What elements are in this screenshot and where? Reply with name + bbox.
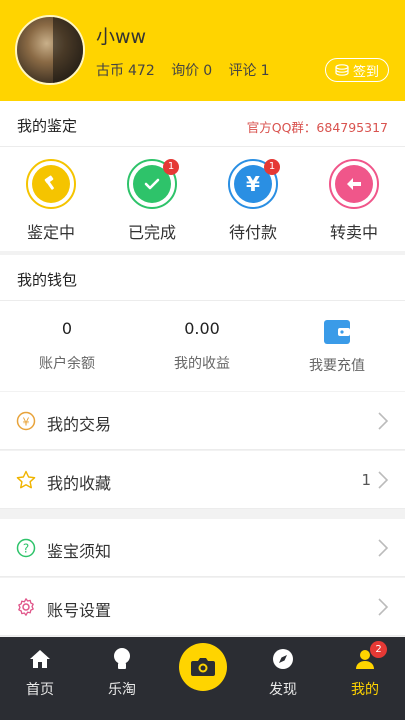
coin-stack-icon bbox=[335, 64, 349, 76]
appraisal-reselling[interactable]: 转卖中 bbox=[314, 159, 394, 243]
menu-account-settings[interactable]: 账号设置 bbox=[0, 578, 405, 636]
coins-stat: 古币 472 bbox=[96, 63, 155, 79]
lightbulb-icon bbox=[92, 645, 152, 673]
appraisal-pending-payment-label: 待付款 bbox=[228, 223, 277, 242]
profile-stats: 古币 472 询价 0 评论 1 bbox=[96, 60, 281, 80]
earnings-label: 我的收益 bbox=[174, 356, 230, 372]
appraisal-in-progress-label: 鉴定中 bbox=[26, 223, 75, 242]
recharge-button[interactable]: 我要充值 bbox=[277, 319, 397, 375]
checkin-button[interactable]: 签到 bbox=[325, 58, 389, 82]
account-balance[interactable]: 0 账户余额 bbox=[7, 319, 127, 373]
tab-home-label: 首页 bbox=[26, 682, 54, 698]
tab-lepan[interactable]: 乐淘 bbox=[92, 645, 152, 699]
compass-icon bbox=[253, 645, 313, 673]
svg-text:?: ? bbox=[23, 542, 29, 556]
avatar[interactable] bbox=[15, 15, 85, 85]
menu-my-trades-label: 我的交易 bbox=[47, 415, 112, 434]
checkin-label: 签到 bbox=[352, 64, 379, 80]
recharge-label: 我要充值 bbox=[309, 358, 365, 374]
balance-value: 0 bbox=[61, 319, 73, 338]
profile-header: 小ww 古币 472 询价 0 评论 1 签到 bbox=[0, 0, 405, 101]
appraisal-completed-label: 已完成 bbox=[127, 223, 176, 242]
tab-discover[interactable]: 发现 bbox=[253, 645, 313, 699]
comment-label: 评论 bbox=[228, 63, 257, 79]
menu-appraisal-notice[interactable]: ? 鉴宝须知 bbox=[0, 519, 405, 577]
pending-payment-badge: 1 bbox=[264, 159, 280, 175]
appraisal-in-progress[interactable]: 鉴定中 bbox=[11, 159, 91, 243]
home-icon bbox=[10, 645, 70, 673]
appraisal-reselling-label: 转卖中 bbox=[329, 223, 378, 242]
gavel-icon bbox=[32, 165, 70, 203]
appraisal-pending-payment[interactable]: ¥ 1 待付款 bbox=[213, 159, 293, 243]
menu-my-favorites-label: 我的收藏 bbox=[47, 474, 112, 493]
comment-stat: 评论 1 bbox=[229, 63, 270, 79]
appraisal-section-header: 我的鉴定 官方QQ群：684795317 bbox=[0, 101, 405, 147]
tab-mine[interactable]: 2 我的 bbox=[335, 641, 395, 699]
return-arrow-icon bbox=[335, 165, 373, 203]
coins-value: 472 bbox=[128, 63, 155, 79]
chevron-right-icon bbox=[378, 539, 389, 557]
tab-mine-label: 我的 bbox=[351, 682, 379, 698]
comment-value: 1 bbox=[260, 63, 270, 79]
camera-icon bbox=[191, 658, 215, 676]
earnings-value: 0.00 bbox=[184, 319, 220, 338]
qq-group-text[interactable]: 官方QQ群：684795317 bbox=[247, 117, 388, 136]
my-earnings[interactable]: 0.00 我的收益 bbox=[142, 319, 262, 373]
wallet-icon bbox=[277, 319, 397, 349]
tab-discover-label: 发现 bbox=[269, 682, 297, 698]
username: 小ww bbox=[96, 26, 147, 48]
inquiry-stat: 询价 0 bbox=[171, 63, 212, 79]
appraisal-status-row: 鉴定中 1 已完成 ¥ 1 待付款 转卖中 bbox=[0, 147, 405, 251]
wallet-title: 我的钱包 bbox=[17, 271, 78, 289]
completed-badge: 1 bbox=[163, 159, 179, 175]
camera-button[interactable] bbox=[179, 643, 227, 691]
coins-label: 古币 bbox=[96, 63, 124, 79]
appraisal-title: 我的鉴定 bbox=[17, 117, 78, 135]
menu-account-settings-label: 账号设置 bbox=[47, 601, 112, 620]
tab-lepan-label: 乐淘 bbox=[108, 682, 136, 698]
gavel-icon-circle bbox=[26, 159, 76, 209]
tab-home[interactable]: 首页 bbox=[10, 645, 70, 699]
chevron-right-icon bbox=[378, 598, 389, 616]
question-icon: ? bbox=[16, 538, 36, 558]
menu-my-favorites[interactable]: 我的收藏 1 bbox=[0, 451, 405, 509]
menu-my-trades[interactable]: ¥ 我的交易 bbox=[0, 392, 405, 450]
wallet-section-header: 我的钱包 bbox=[0, 255, 405, 301]
yen-icon-circle: ¥ 1 bbox=[228, 159, 280, 209]
inquiry-value: 0 bbox=[203, 63, 213, 79]
svg-text:¥: ¥ bbox=[23, 416, 30, 429]
return-arrow-icon-circle bbox=[329, 159, 379, 209]
menu-appraisal-notice-label: 鉴宝须知 bbox=[47, 542, 112, 561]
check-icon-circle: 1 bbox=[127, 159, 179, 209]
gear-icon bbox=[18, 598, 34, 616]
avatar-shadow bbox=[53, 17, 83, 83]
wallet-row: 0 账户余额 0.00 我的收益 我要充值 bbox=[0, 301, 405, 391]
star-icon bbox=[16, 470, 36, 489]
yen-glyph: ¥ bbox=[246, 172, 260, 196]
favorites-count: 1 bbox=[361, 471, 371, 489]
appraisal-completed[interactable]: 1 已完成 bbox=[112, 159, 192, 243]
balance-label: 账户余额 bbox=[39, 356, 95, 372]
chevron-right-icon bbox=[378, 412, 389, 430]
chevron-right-icon bbox=[378, 471, 389, 489]
inquiry-label: 询价 bbox=[171, 63, 200, 79]
yen-circle-icon: ¥ bbox=[16, 411, 36, 431]
mine-badge: 2 bbox=[370, 641, 387, 658]
